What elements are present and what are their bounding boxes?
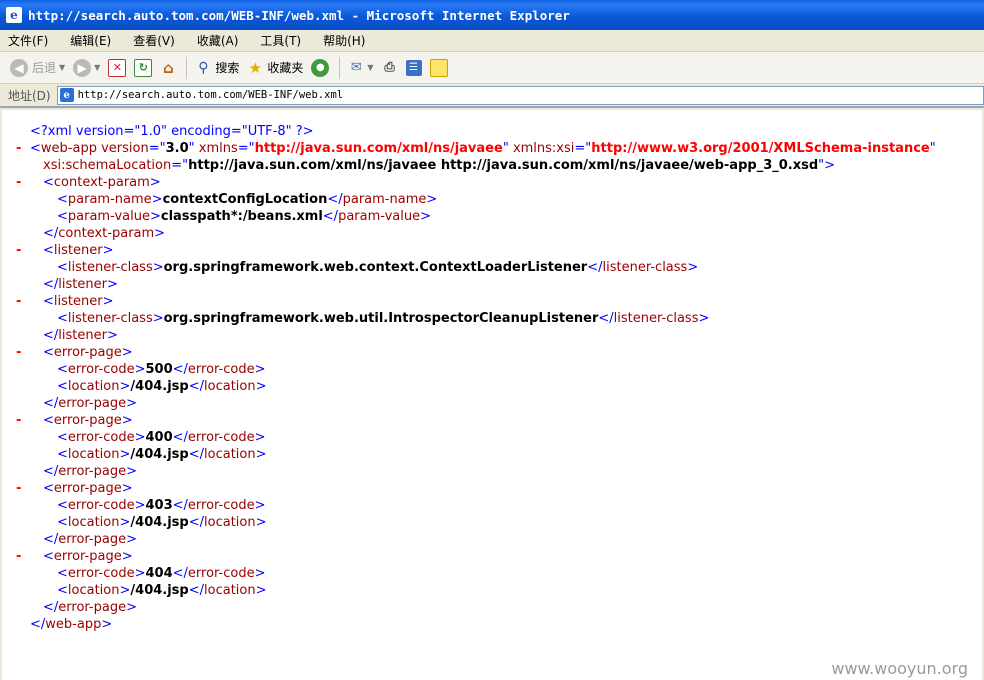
listener-class-element: <listener-class>org.springframework.web.…: [57, 260, 699, 275]
media-button[interactable]: ●: [311, 58, 330, 77]
context-param-close: </context-param>: [43, 226, 166, 241]
media-icon: ●: [311, 58, 330, 77]
xml-declaration: <?xml version="1.0" encoding="UTF-8" ?>: [30, 124, 314, 139]
address-bar: 地址(D) e http://search.auto.tom.com/WEB-I…: [0, 84, 984, 108]
listener-open: <listener>: [43, 294, 114, 309]
collapse-toggle[interactable]: -: [16, 548, 21, 565]
location-element: <location>/404.jsp</location>: [57, 515, 267, 530]
refresh-icon: ↻: [134, 58, 153, 77]
home-button[interactable]: ⌂: [160, 58, 176, 77]
mail-button[interactable]: ✉ ▼: [348, 60, 374, 76]
listener-class-element: <listener-class>org.springframework.web.…: [57, 311, 710, 326]
error-page-open: <error-page>: [43, 549, 133, 564]
watermark: www.wooyun.org: [831, 659, 968, 678]
web-app-schema-location: xsi:schemaLocation="http://java.sun.com/…: [43, 158, 836, 173]
location-element: <location>/404.jsp</location>: [57, 583, 267, 598]
xml-viewer: <?xml version="1.0" encoding="UTF-8" ?> …: [2, 110, 982, 680]
error-code-element: <error-code>400</error-code>: [57, 430, 266, 445]
collapse-toggle[interactable]: -: [16, 412, 21, 429]
menu-edit[interactable]: 编辑(E): [68, 31, 113, 50]
mail-icon: ✉: [350, 60, 362, 75]
stop-button[interactable]: ✕: [108, 58, 127, 77]
address-input[interactable]: e http://search.auto.tom.com/WEB-INF/web…: [56, 85, 984, 105]
error-page-close: </error-page>: [43, 464, 137, 479]
ie-page-icon: e: [59, 88, 74, 102]
home-icon: ⌂: [162, 58, 174, 77]
error-page-close: </error-page>: [43, 600, 137, 615]
web-app-close-tag: </web-app>: [30, 617, 113, 632]
param-name-element: <param-name>contextConfigLocation</param…: [57, 192, 438, 207]
title-bar: e http://search.auto.tom.com/WEB-INF/web…: [0, 0, 984, 30]
menu-favorites[interactable]: 收藏(A): [195, 31, 241, 50]
menu-bar: 文件(F) 编辑(E) 查看(V) 收藏(A) 工具(T) 帮助(H): [0, 30, 984, 52]
chevron-down-icon[interactable]: ▼: [59, 63, 65, 72]
collapse-toggle[interactable]: -: [16, 480, 21, 497]
error-page-open: <error-page>: [43, 413, 133, 428]
collapse-toggle[interactable]: -: [16, 293, 21, 310]
chevron-down-icon[interactable]: ▼: [94, 63, 100, 72]
collapse-toggle[interactable]: -: [16, 140, 21, 157]
collapse-toggle[interactable]: -: [16, 174, 21, 191]
refresh-button[interactable]: ↻: [134, 58, 153, 77]
toolbar-separator: [186, 56, 188, 79]
note-icon: [429, 58, 448, 77]
window-title: http://search.auto.tom.com/WEB-INF/web.x…: [28, 7, 570, 23]
back-button[interactable]: ◀ 后退 ▼: [10, 58, 65, 77]
location-element: <location>/404.jsp</location>: [57, 447, 267, 462]
print-button[interactable]: ⎙: [382, 60, 398, 76]
chevron-down-icon[interactable]: ▼: [367, 63, 373, 72]
back-arrow-icon: ◀: [10, 58, 28, 77]
error-code-element: <error-code>500</error-code>: [57, 362, 266, 377]
error-page-open: <error-page>: [43, 345, 133, 360]
search-button[interactable]: ⚲ 搜索: [195, 59, 239, 76]
edit-icon: ☰: [405, 59, 422, 76]
menu-tools[interactable]: 工具(T): [258, 31, 303, 50]
menu-help[interactable]: 帮助(H): [321, 31, 367, 50]
collapse-toggle[interactable]: -: [16, 242, 21, 259]
favorites-button[interactable]: ★ 收藏夹: [247, 58, 304, 77]
star-icon: ★: [248, 58, 263, 77]
forward-arrow-icon: ▶: [73, 58, 92, 77]
print-icon: ⎙: [384, 60, 395, 75]
error-code-element: <error-code>404</error-code>: [57, 566, 266, 581]
address-url: http://search.auto.tom.com/WEB-INF/web.x…: [77, 89, 344, 101]
listener-close: </listener>: [43, 328, 118, 343]
toolbar-separator: [339, 56, 341, 79]
forward-button[interactable]: ▶ ▼: [73, 58, 100, 77]
context-param-open: <context-param>: [43, 175, 161, 190]
menu-file[interactable]: 文件(F): [6, 31, 50, 50]
search-icon: ⚲: [198, 59, 209, 76]
address-label: 地址(D): [8, 88, 51, 103]
error-page-open: <error-page>: [43, 481, 133, 496]
toolbar: ◀ 后退 ▼ ▶ ▼ ✕ ↻ ⌂ ⚲ 搜索 ★ 收藏夹 ● ✉ ▼ ⎙ ☰: [0, 52, 984, 84]
notes-button[interactable]: [429, 58, 448, 77]
error-page-close: </error-page>: [43, 396, 137, 411]
listener-close: </listener>: [43, 277, 118, 292]
edit-button[interactable]: ☰: [405, 59, 422, 76]
param-value-element: <param-value>classpath*:/beans.xml</para…: [57, 209, 432, 224]
listener-open: <listener>: [43, 243, 114, 258]
error-page-close: </error-page>: [43, 532, 137, 547]
location-element: <location>/404.jsp</location>: [57, 379, 267, 394]
ie-page-icon: e: [6, 7, 22, 23]
collapse-toggle[interactable]: -: [16, 344, 21, 361]
stop-icon: ✕: [108, 58, 127, 77]
error-code-element: <error-code>403</error-code>: [57, 498, 266, 513]
menu-view[interactable]: 查看(V): [131, 31, 177, 50]
web-app-open-tag: <web-app version="3.0" xmlns="http://jav…: [30, 141, 936, 156]
